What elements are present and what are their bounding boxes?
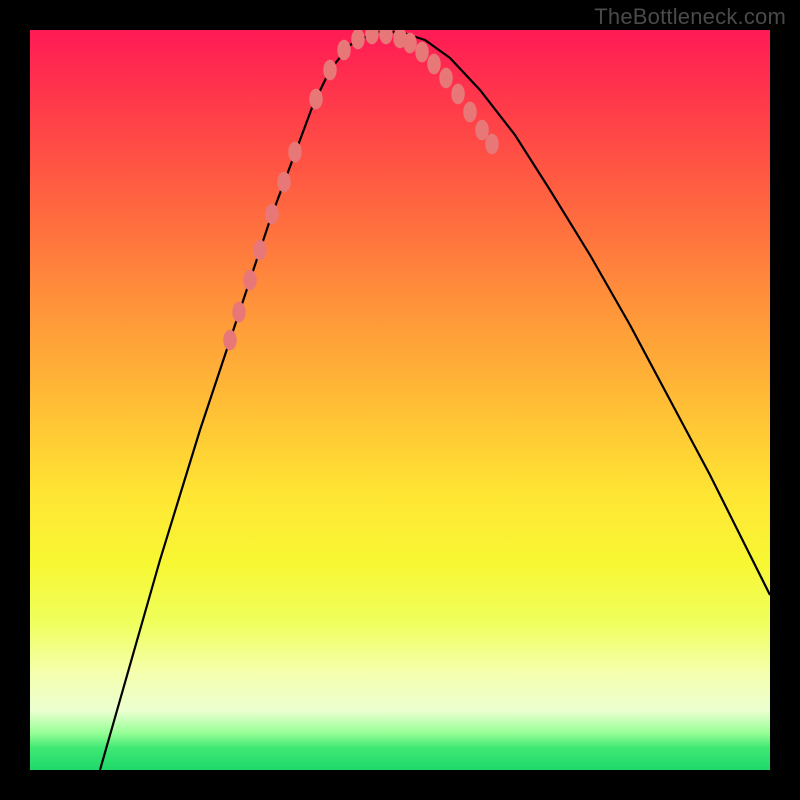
marker-dot (323, 60, 337, 81)
marker-dot (351, 30, 365, 49)
marker-dot (427, 54, 441, 75)
marker-dot (379, 30, 393, 44)
highlight-markers (223, 30, 499, 350)
marker-dot (415, 42, 429, 63)
marker-dot (475, 120, 489, 141)
marker-dot (265, 204, 279, 225)
marker-dot (243, 270, 257, 291)
chart-svg (30, 30, 770, 770)
marker-dot (337, 40, 351, 61)
marker-dot (277, 172, 291, 193)
watermark-text: TheBottleneck.com (594, 4, 786, 30)
marker-dot (451, 84, 465, 105)
marker-dot (253, 240, 267, 261)
marker-dot (232, 302, 246, 323)
marker-dot (439, 68, 453, 89)
marker-dot (485, 134, 499, 155)
marker-dot (463, 102, 477, 123)
chart-area (30, 30, 770, 770)
marker-dot (288, 142, 302, 163)
bottleneck-curve (100, 32, 770, 770)
marker-dot (223, 330, 237, 351)
marker-dot (403, 33, 417, 54)
marker-dot (365, 30, 379, 44)
marker-dot (309, 89, 323, 110)
